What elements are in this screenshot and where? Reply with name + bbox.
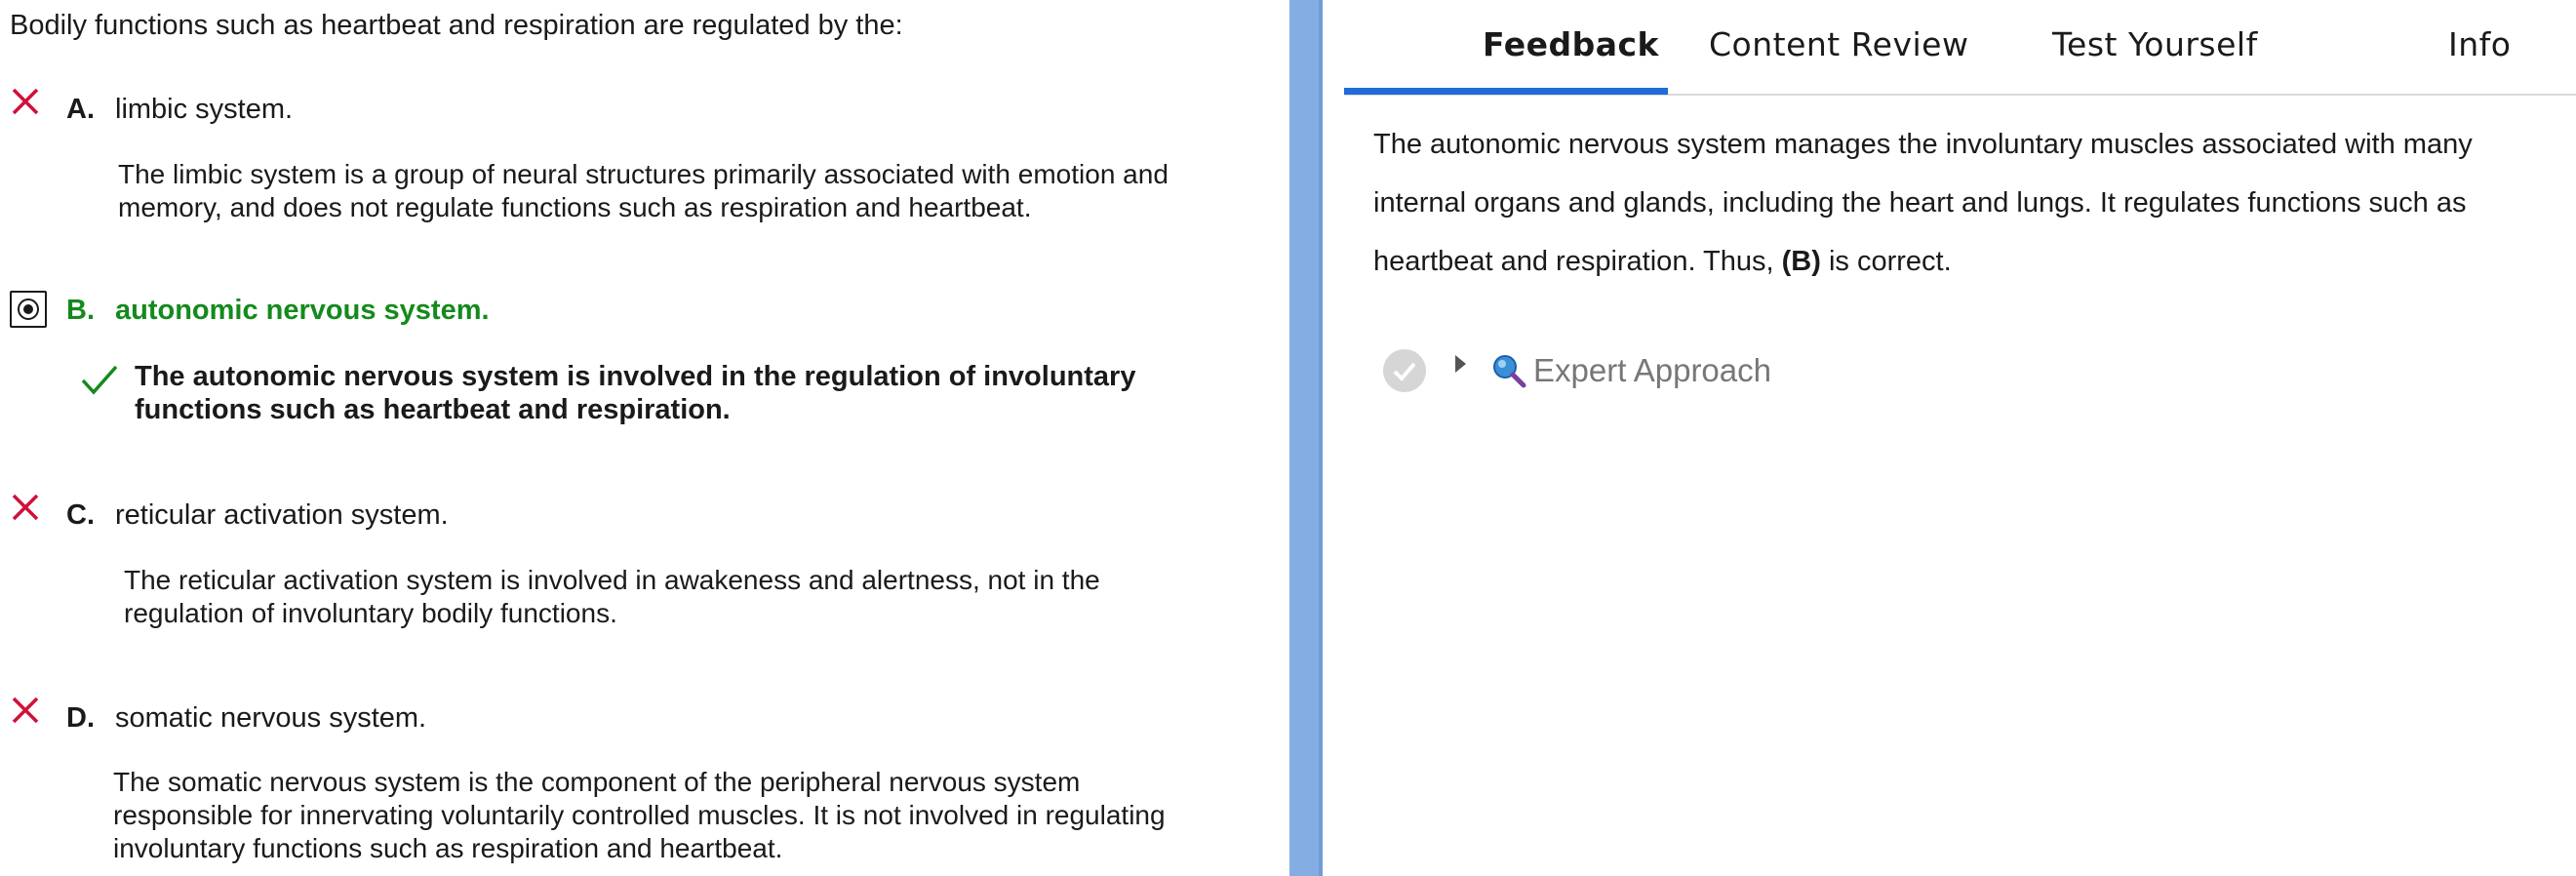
tab-bar: Feedback Content Review Test Yourself In…	[1344, 0, 2576, 96]
check-circle-icon	[1383, 349, 1426, 392]
choice-b-explanation: The autonomic nervous system is involved…	[135, 360, 1135, 426]
active-tab-indicator	[1344, 88, 1668, 95]
tab-test-yourself[interactable]: Test Yourself	[2052, 23, 2258, 66]
feedback-text: The autonomic nervous system manages the…	[1373, 115, 2544, 291]
x-mark-icon	[12, 697, 39, 724]
explanation-line: functions such as heartbeat and respirat…	[135, 394, 731, 425]
question-stem: Bodily functions such as heartbeat and r…	[10, 10, 903, 41]
feedback-panel: Feedback Content Review Test Yourself In…	[1323, 0, 2576, 876]
feedback-text-segment: is correct.	[1820, 246, 1952, 277]
feedback-line: The autonomic nervous system manages the…	[1373, 129, 2473, 160]
panel-divider[interactable]	[1289, 0, 1323, 876]
choice-letter: B.	[66, 295, 95, 326]
feedback-answer-ref: (B)	[1781, 246, 1821, 277]
explanation-line: The autonomic nervous system is involved…	[135, 361, 1136, 392]
explanation-line: regulation of involuntary bodily functio…	[124, 598, 617, 628]
expand-triangle-icon[interactable]	[1455, 355, 1466, 373]
tab-info[interactable]: Info	[2448, 23, 2511, 66]
choice-c-explanation: The reticular activation system is invol…	[124, 564, 1100, 630]
choice-text: limbic system.	[115, 94, 294, 125]
x-mark-icon	[12, 494, 39, 521]
choice-letter: C.	[66, 499, 95, 531]
tab-content-review[interactable]: Content Review	[1709, 23, 1968, 66]
choice-letter: A.	[66, 94, 95, 125]
expert-approach-label[interactable]: Expert Approach	[1533, 349, 1771, 392]
x-mark-icon	[12, 88, 39, 115]
check-mark-icon	[81, 365, 118, 395]
feedback-line: internal organs and glands, including th…	[1373, 187, 2467, 219]
radio-selected-icon	[10, 291, 47, 328]
choice-letter: D.	[66, 702, 95, 734]
choice-a-explanation: The limbic system is a group of neural s…	[118, 158, 1169, 224]
explanation-line: involuntary functions such as respiratio…	[113, 833, 783, 863]
choice-text: autonomic nervous system.	[115, 295, 490, 326]
feedback-line: heartbeat and respiration. Thus, (B) is …	[1373, 232, 2544, 291]
magnifier-icon	[1493, 355, 1526, 388]
explanation-line: The reticular activation system is invol…	[124, 565, 1100, 595]
explanation-line: responsible for innervating voluntarily …	[113, 800, 1166, 830]
choice-text: somatic nervous system.	[115, 702, 427, 734]
explanation-line: The limbic system is a group of neural s…	[118, 159, 1169, 189]
question-panel: Bodily functions such as heartbeat and r…	[0, 0, 1289, 876]
explanation-line: memory, and does not regulate functions …	[118, 192, 1032, 222]
choice-text: reticular activation system.	[115, 499, 449, 531]
tab-feedback[interactable]: Feedback	[1483, 23, 1659, 66]
feedback-text-segment: heartbeat and respiration. Thus,	[1373, 246, 1782, 277]
explanation-line: The somatic nervous system is the compon…	[113, 767, 1081, 797]
choice-d-explanation: The somatic nervous system is the compon…	[113, 766, 1166, 865]
